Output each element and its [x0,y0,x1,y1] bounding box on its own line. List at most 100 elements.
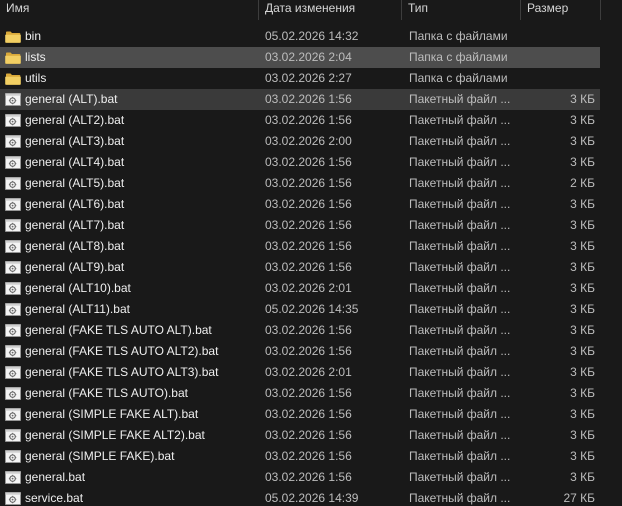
file-size: 27 КБ [563,491,595,505]
file-list-row[interactable]: general (SIMPLE FAKE ALT2).bat 03.02.2026… [0,425,600,446]
file-list-row[interactable]: general (ALT2).bat 03.02.2026 1:56 Пакетны… [0,110,600,131]
file-type: Пакетный файл ... [409,113,511,127]
batch-file-icon [5,260,21,275]
file-name: general (ALT2).bat [25,113,125,127]
column-header-name[interactable]: Имя [0,0,259,20]
file-size: 3 КБ [570,113,595,127]
file-explorer: Имя Дата изменения Тип Размер bin 05.02.2… [0,0,622,506]
file-list-row[interactable]: general (SIMPLE FAKE).bat 03.02.2026 1:56… [0,446,600,467]
file-size: 3 КБ [570,407,595,421]
file-date-modified: 03.02.2026 1:56 [265,323,352,337]
file-type: Пакетный файл ... [409,155,511,169]
file-name: general (FAKE TLS AUTO).bat [25,386,188,400]
file-type: Пакетный файл ... [409,302,511,316]
file-size: 3 КБ [570,386,595,400]
folder-icon [5,29,21,44]
file-type: Пакетный файл ... [409,491,511,505]
file-type: Папка с файлами [409,29,508,43]
file-type: Пакетный файл ... [409,407,511,421]
file-size: 3 КБ [570,323,595,337]
file-date-modified: 03.02.2026 2:01 [265,365,352,379]
file-list-row[interactable]: general (ALT6).bat 03.02.2026 1:56 Пакетны… [0,194,600,215]
file-name: general (SIMPLE FAKE ALT2).bat [25,428,205,442]
batch-file-icon [5,407,21,422]
file-list-row[interactable]: service.bat 05.02.2026 14:39 Пакетный файл… [0,488,600,506]
file-name: general (ALT9).bat [25,260,125,274]
file-date-modified: 03.02.2026 2:04 [265,50,352,64]
file-list-row[interactable]: general (ALT4).bat 03.02.2026 1:56 Пакетны… [0,152,600,173]
batch-file-icon [5,470,21,485]
file-list-row[interactable]: general (ALT9).bat 03.02.2026 1:56 Пакетны… [0,257,600,278]
batch-file-icon [5,428,21,443]
file-name: general (ALT8).bat [25,239,125,253]
file-list-row[interactable]: general (ALT7).bat 03.02.2026 1:56 Пакетны… [0,215,600,236]
file-size: 3 КБ [570,365,595,379]
file-list-row[interactable]: lists 03.02.2026 2:04 Папка с файлами [0,47,600,68]
column-header-type[interactable]: Тип [402,0,521,20]
file-size: 3 КБ [570,197,595,211]
file-type: Пакетный файл ... [409,323,511,337]
batch-file-icon [5,302,21,317]
file-size: 3 КБ [570,239,595,253]
file-type: Пакетный файл ... [409,197,511,211]
file-date-modified: 03.02.2026 1:56 [265,92,352,106]
batch-file-icon [5,323,21,338]
folder-icon [5,71,21,86]
batch-file-icon [5,197,21,212]
file-list-row[interactable]: general (ALT5).bat 03.02.2026 1:56 Пакетны… [0,173,600,194]
file-list-row[interactable]: general (ALT).bat 03.02.2026 1:56 Пакетный… [0,89,600,110]
file-type: Папка с файлами [409,50,508,64]
file-list-row[interactable]: general (ALT11).bat 05.02.2026 14:35 Пакет… [0,299,600,320]
file-date-modified: 03.02.2026 1:56 [265,344,352,358]
file-list-row[interactable]: general (SIMPLE FAKE ALT).bat 03.02.2026 … [0,404,600,425]
file-size: 3 КБ [570,302,595,316]
file-type: Пакетный файл ... [409,218,511,232]
file-type: Пакетный файл ... [409,365,511,379]
batch-file-icon [5,113,21,128]
file-date-modified: 03.02.2026 2:00 [265,134,352,148]
file-list-row[interactable]: general (ALT3).bat 03.02.2026 2:00 Пакетны… [0,131,600,152]
file-name: general (ALT).bat [25,92,118,106]
batch-file-icon [5,344,21,359]
file-type: Пакетный файл ... [409,239,511,253]
file-size: 3 КБ [570,218,595,232]
file-size: 3 КБ [570,449,595,463]
file-type: Пакетный файл ... [409,449,511,463]
column-header-size[interactable]: Размер [521,0,601,20]
column-header-empty [601,0,622,20]
batch-file-icon [5,239,21,254]
file-list: bin 05.02.2026 14:32 Папка с файлами lists 0… [0,26,600,506]
file-list-row[interactable]: bin 05.02.2026 14:32 Папка с файлами [0,26,600,47]
batch-file-icon [5,491,21,506]
file-type: Пакетный файл ... [409,134,511,148]
file-size: 3 КБ [570,134,595,148]
file-name: general (ALT3).bat [25,134,125,148]
file-name: general (FAKE TLS AUTO ALT3).bat [25,365,219,379]
file-list-row[interactable]: general (FAKE TLS AUTO ALT3).bat 03.02.20… [0,362,600,383]
file-list-row[interactable]: general (FAKE TLS AUTO ALT2).bat 03.02.20… [0,341,600,362]
file-list-row[interactable]: general (ALT8).bat 03.02.2026 1:56 Пакетны… [0,236,600,257]
file-date-modified: 03.02.2026 1:56 [265,449,352,463]
file-date-modified: 03.02.2026 1:56 [265,386,352,400]
file-name: general (SIMPLE FAKE).bat [25,449,175,463]
column-header-date-modified[interactable]: Дата изменения [259,0,402,20]
file-list-row[interactable]: general (FAKE TLS AUTO ALT).bat 03.02.202… [0,320,600,341]
file-list-row[interactable]: general (ALT10).bat 03.02.2026 2:01 Пакетн… [0,278,600,299]
file-type: Пакетный файл ... [409,344,511,358]
file-name: general.bat [25,470,86,484]
file-name: general (ALT10).bat [25,281,131,295]
file-list-row[interactable]: general (FAKE TLS AUTO).bat 03.02.2026 1:… [0,383,600,404]
file-size: 3 КБ [570,470,595,484]
file-date-modified: 03.02.2026 2:27 [265,71,352,85]
batch-file-icon [5,281,21,296]
column-header-bar: Имя Дата изменения Тип Размер [0,0,622,20]
file-date-modified: 05.02.2026 14:35 [265,302,359,316]
file-type: Пакетный файл ... [409,92,511,106]
file-type: Пакетный файл ... [409,260,511,274]
file-list-row[interactable]: utils 03.02.2026 2:27 Папка с файлами [0,68,600,89]
file-type: Пакетный файл ... [409,470,511,484]
file-size: 3 КБ [570,260,595,274]
file-date-modified: 03.02.2026 1:56 [265,176,352,190]
file-list-row[interactable]: general.bat 03.02.2026 1:56 Пакетный файл … [0,467,600,488]
file-size: 3 КБ [570,155,595,169]
